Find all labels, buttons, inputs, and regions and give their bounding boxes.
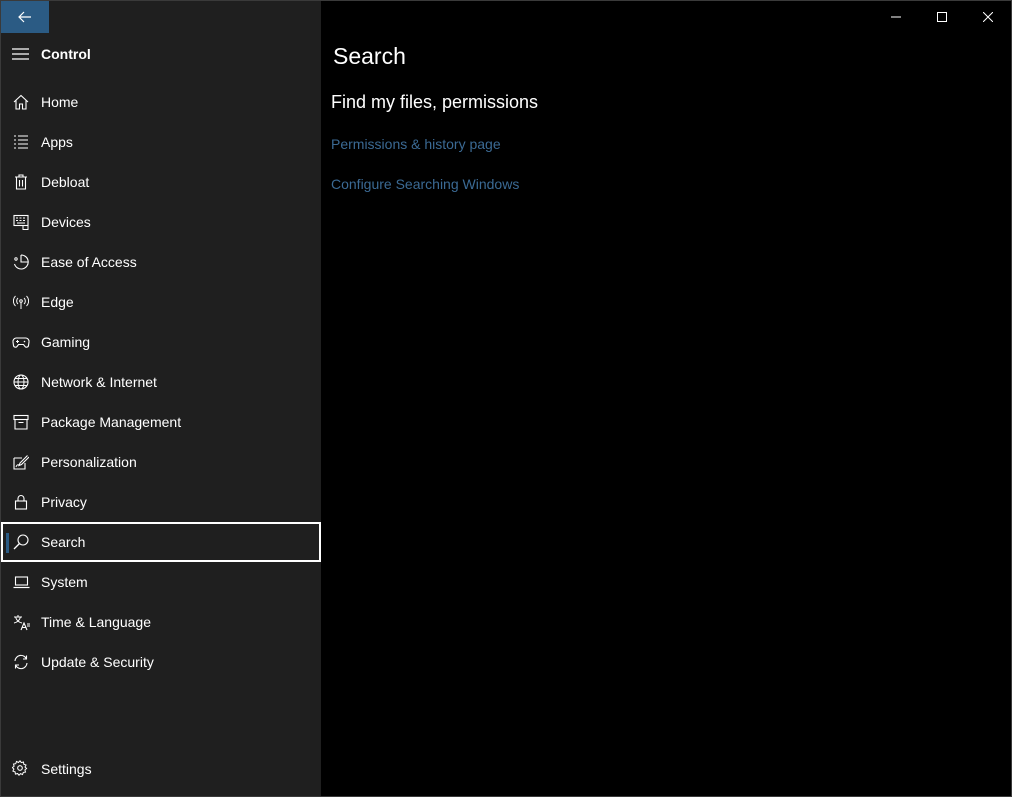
close-icon bbox=[983, 12, 993, 22]
sidebar-item-home[interactable]: Home bbox=[1, 82, 321, 122]
close-button[interactable] bbox=[965, 1, 1011, 33]
sidebar-item-network-internet[interactable]: Network & Internet bbox=[1, 362, 321, 402]
globe-icon bbox=[12, 373, 30, 391]
sidebar-item-settings[interactable]: Settings bbox=[1, 749, 321, 789]
home-icon bbox=[12, 93, 30, 111]
app-title: Control bbox=[41, 46, 91, 62]
sidebar-item-devices[interactable]: Devices bbox=[1, 202, 321, 242]
sidebar-item-label: Apps bbox=[41, 134, 73, 150]
arrow-left-icon bbox=[18, 11, 32, 23]
app-header: Control bbox=[1, 37, 321, 71]
sidebar-item-label: Privacy bbox=[41, 494, 87, 510]
sidebar-item-label: Personalization bbox=[41, 454, 137, 470]
selection-indicator bbox=[6, 533, 9, 553]
sidebar-item-system[interactable]: System bbox=[1, 562, 321, 602]
minimize-button[interactable] bbox=[873, 1, 919, 33]
sidebar-item-debloat[interactable]: Debloat bbox=[1, 162, 321, 202]
search-icon bbox=[12, 533, 30, 551]
sidebar-item-package-management[interactable]: Package Management bbox=[1, 402, 321, 442]
sidebar-item-label: Package Management bbox=[41, 414, 182, 430]
app-window: Control Home Apps Debloat Devices Ease o… bbox=[0, 0, 1012, 797]
sidebar-item-label: Edge bbox=[41, 294, 74, 310]
sidebar-item-apps[interactable]: Apps bbox=[1, 122, 321, 162]
settings-label: Settings bbox=[41, 761, 92, 777]
sidebar: Control Home Apps Debloat Devices Ease o… bbox=[1, 1, 321, 796]
apps-list-icon bbox=[12, 133, 30, 151]
trash-icon bbox=[12, 173, 30, 191]
package-icon bbox=[12, 413, 30, 431]
laptop-icon bbox=[12, 573, 30, 591]
sidebar-item-time-language[interactable]: Time & Language bbox=[1, 602, 321, 642]
sidebar-item-update-security[interactable]: Update & Security bbox=[1, 642, 321, 682]
sidebar-item-gaming[interactable]: Gaming bbox=[1, 322, 321, 362]
sidebar-item-search[interactable]: Search bbox=[1, 522, 321, 562]
sidebar-item-label: Search bbox=[41, 534, 86, 550]
sidebar-item-label: Devices bbox=[41, 214, 91, 230]
main-content: Search Find my files, permissions Permis… bbox=[321, 1, 1011, 796]
sidebar-nav: Home Apps Debloat Devices Ease of Access… bbox=[1, 82, 321, 682]
paint-icon bbox=[12, 453, 30, 471]
configure-searching-windows-link[interactable]: Configure Searching Windows bbox=[331, 176, 519, 192]
keyboard-icon bbox=[12, 213, 30, 231]
permissions-history-link[interactable]: Permissions & history page bbox=[331, 136, 501, 152]
sidebar-item-edge[interactable]: Edge bbox=[1, 282, 321, 322]
sidebar-item-label: System bbox=[41, 574, 88, 590]
section-title: Find my files, permissions bbox=[331, 92, 539, 112]
language-icon bbox=[12, 613, 30, 631]
sidebar-item-label: Debloat bbox=[41, 174, 90, 190]
lock-icon bbox=[12, 493, 30, 511]
sidebar-item-label: Network & Internet bbox=[41, 374, 157, 390]
sidebar-item-personalization[interactable]: Personalization bbox=[1, 442, 321, 482]
minimize-icon bbox=[891, 12, 901, 22]
sidebar-item-label: Update & Security bbox=[41, 654, 154, 670]
sidebar-item-privacy[interactable]: Privacy bbox=[1, 482, 321, 522]
sidebar-item-label: Time & Language bbox=[41, 614, 151, 630]
sidebar-item-label: Ease of Access bbox=[41, 254, 137, 270]
broadcast-icon bbox=[12, 293, 30, 311]
back-button[interactable] bbox=[1, 1, 49, 33]
sidebar-item-label: Gaming bbox=[41, 334, 91, 350]
page-title: Search bbox=[333, 43, 406, 69]
sidebar-item-label: Home bbox=[41, 94, 79, 110]
refresh-icon bbox=[12, 653, 30, 671]
maximize-icon bbox=[937, 12, 947, 22]
gamepad-icon bbox=[12, 333, 30, 351]
hamburger-menu-icon[interactable] bbox=[12, 48, 29, 60]
maximize-button[interactable] bbox=[919, 1, 965, 33]
ease-of-access-icon bbox=[12, 253, 30, 271]
gear-icon bbox=[12, 760, 30, 778]
sidebar-item-ease-of-access[interactable]: Ease of Access bbox=[1, 242, 321, 282]
